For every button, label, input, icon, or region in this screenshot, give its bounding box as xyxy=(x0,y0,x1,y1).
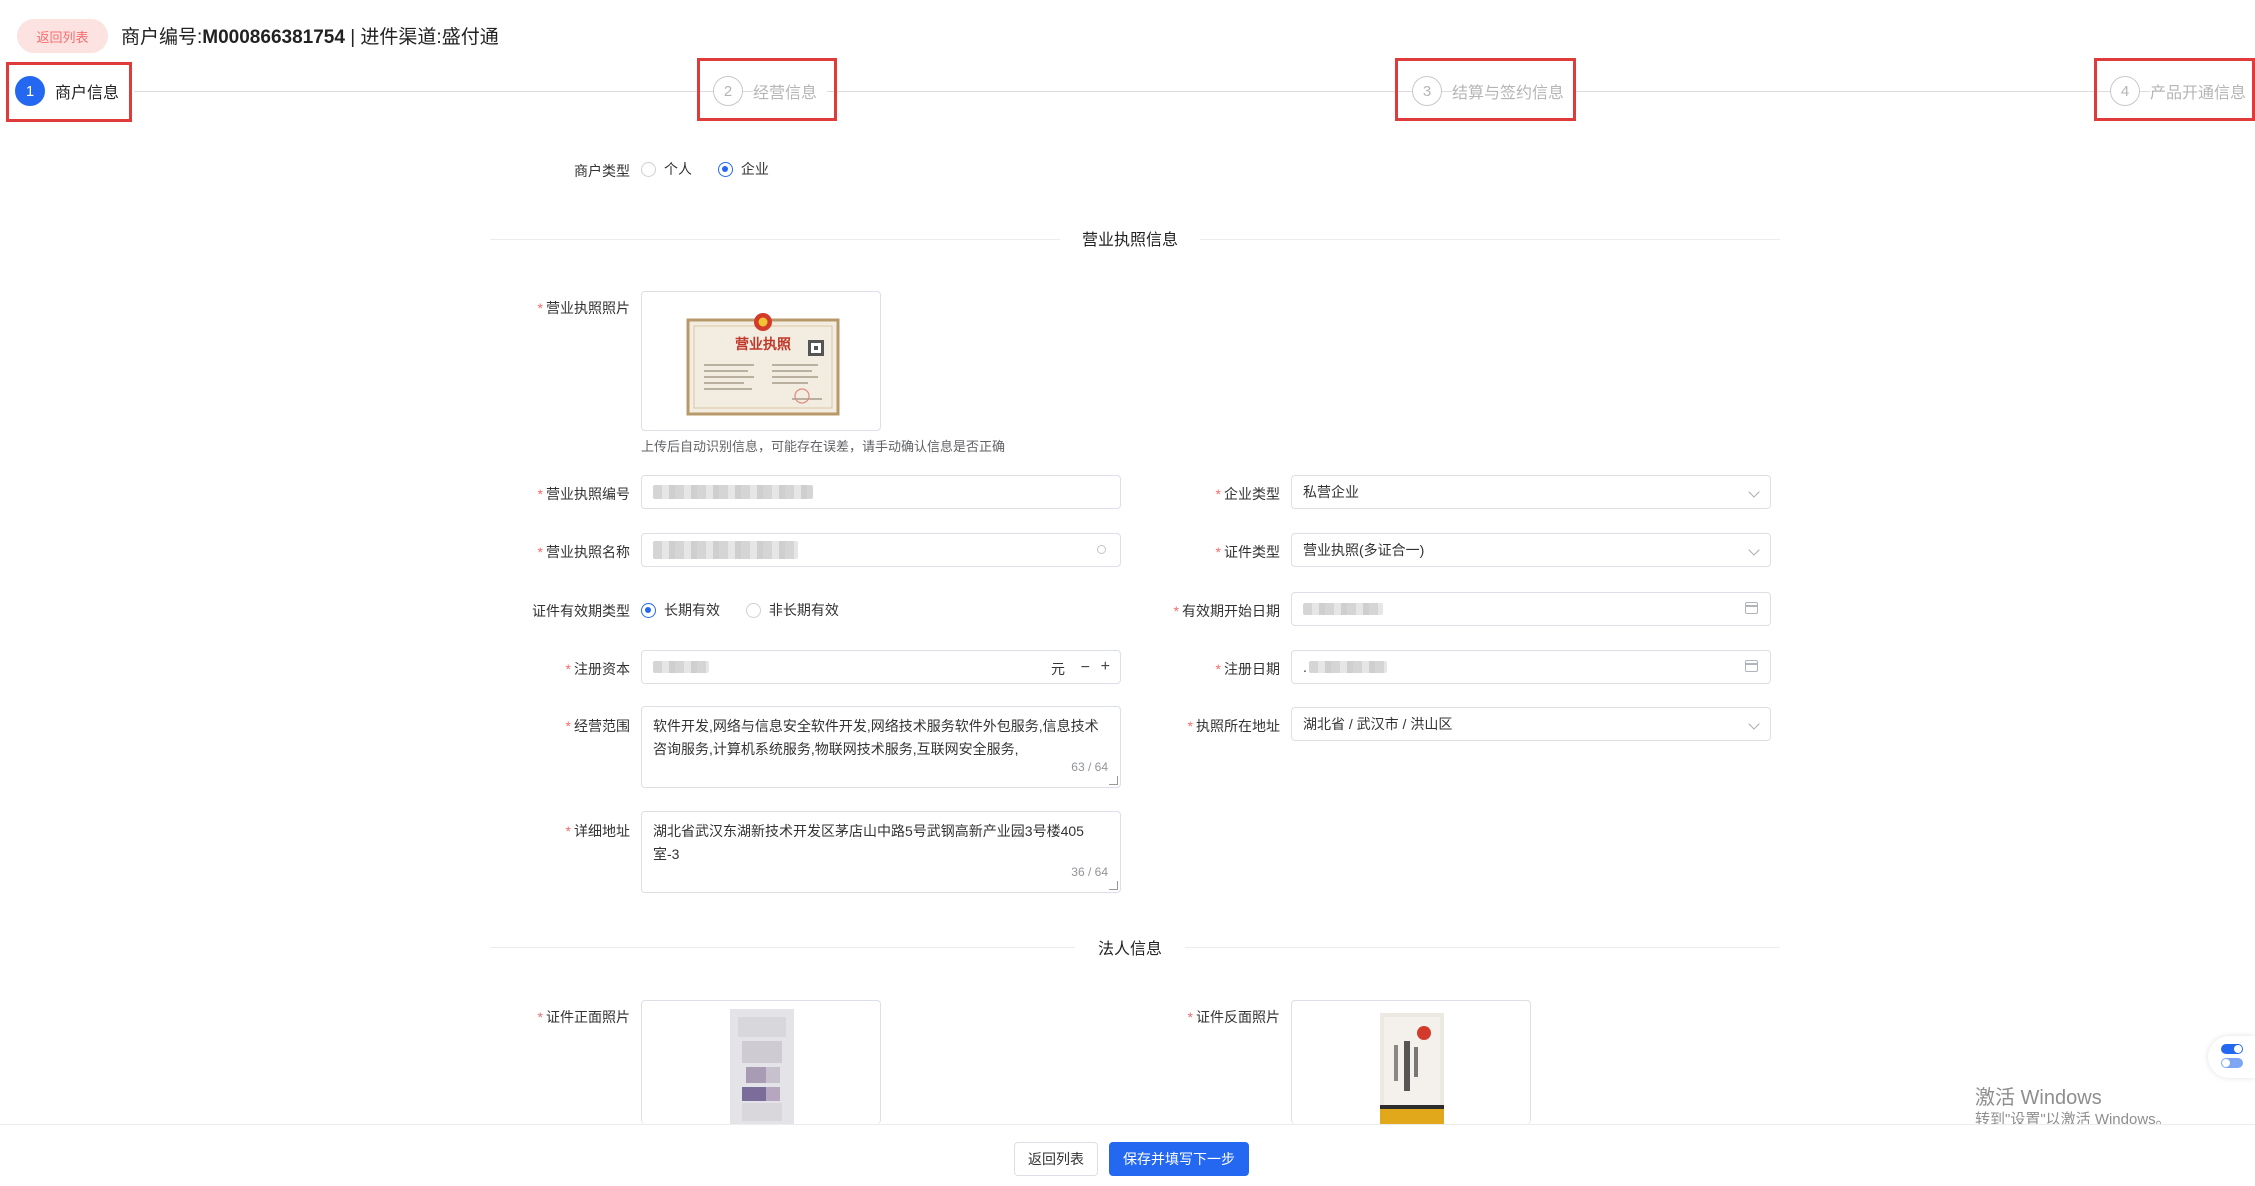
channel-text: | 进件渠道:盛付通 xyxy=(344,27,499,48)
radio-non-long-term-label: 非长期有效 xyxy=(768,602,839,618)
company-type-label: * 企业类型 xyxy=(1215,486,1280,502)
reg-date-picker[interactable]: . xyxy=(1291,650,1771,684)
capital-unit: 元 xyxy=(1051,661,1065,677)
merchant-number: M000866381754 xyxy=(202,27,345,48)
start-date-label: * 有效期开始日期 xyxy=(1173,603,1280,619)
cert-type-label: * 证件类型 xyxy=(1215,544,1280,560)
calendar-icon xyxy=(1745,660,1758,672)
steps-line xyxy=(134,91,2244,92)
reg-date-label: * 注册日期 xyxy=(1215,661,1280,677)
upload-hint: 上传后自动识别信息，可能存在误差，请手动确认信息是否正确 xyxy=(641,439,1006,454)
capital-input[interactable]: 元 − + xyxy=(641,650,1121,684)
step-3-highlight xyxy=(1395,58,1576,121)
start-date-picker[interactable] xyxy=(1291,592,1771,626)
save-next-button[interactable]: 保存并填写下一步 xyxy=(1109,1142,1249,1176)
calendar-icon xyxy=(1745,602,1758,614)
radio-enterprise[interactable] xyxy=(717,161,733,177)
license-name-input[interactable] xyxy=(641,533,1121,567)
license-photo-label: * 营业执照照片 xyxy=(537,300,630,316)
company-type-value: 私营企业 xyxy=(1303,484,1359,500)
id-back-label: * 证件反面照片 xyxy=(1187,1009,1280,1025)
toggle-switch-icon[interactable] xyxy=(2221,1044,2243,1054)
radio-personal[interactable] xyxy=(641,161,656,177)
license-no-input[interactable] xyxy=(641,475,1121,509)
page-title: 商户编号:M000866381754 | 进件渠道:盛付通 xyxy=(121,22,499,49)
radio-personal-label: 个人 xyxy=(664,161,692,177)
resize-handle[interactable] xyxy=(1109,881,1118,890)
radio-long-term-label: 长期有效 xyxy=(664,602,720,618)
license-location-label: * 执照所在地址 xyxy=(1187,718,1280,734)
step-2-highlight xyxy=(697,58,837,121)
radio-non-long-term[interactable] xyxy=(745,602,761,618)
radio-long-term[interactable] xyxy=(641,602,656,618)
license-image: 营业执照 xyxy=(686,313,840,416)
license-image-title: 营业执照 xyxy=(735,336,791,353)
toggle-switch-icon[interactable] xyxy=(2221,1058,2243,1068)
cert-type-select[interactable]: 营业执照(多证合一) xyxy=(1291,533,1771,567)
floating-toggle-panel[interactable] xyxy=(2208,1036,2255,1078)
resize-handle[interactable] xyxy=(1109,776,1118,785)
minus-icon[interactable]: − xyxy=(1081,659,1090,677)
scope-textarea[interactable]: 软件开发,网络与信息安全软件开发,网络技术服务软件外包服务,信息技术咨询服务,计… xyxy=(641,706,1121,788)
merchant-type-label: 商户类型 xyxy=(574,163,630,179)
license-location-cascader[interactable]: 湖北省 / 武汉市 / 洪山区 xyxy=(1291,707,1771,741)
capital-redacted xyxy=(653,661,709,673)
footer-back-button[interactable]: 返回列表 xyxy=(1014,1142,1098,1176)
id-front-label: * 证件正面照片 xyxy=(537,1009,630,1025)
cert-type-value: 营业执照(多证合一) xyxy=(1303,542,1425,558)
reg-date-prefix: . xyxy=(1303,659,1307,675)
scope-label: * 经营范围 xyxy=(565,718,630,734)
id-front-upload[interactable] xyxy=(641,1000,881,1124)
clear-icon[interactable] xyxy=(1097,545,1106,554)
company-type-select[interactable]: 私营企业 xyxy=(1291,475,1771,509)
start-date-redacted xyxy=(1303,603,1383,615)
step-1-highlight xyxy=(6,62,132,122)
license-no-redacted xyxy=(653,485,813,499)
chevron-down-icon xyxy=(1748,486,1760,498)
legal-section-title: 法人信息 xyxy=(1075,935,1185,959)
merchant-label: 商户编号: xyxy=(121,27,203,48)
plus-icon[interactable]: + xyxy=(1101,658,1110,676)
step-4-highlight xyxy=(2094,58,2255,121)
license-no-label: * 营业执照编号 xyxy=(537,486,630,502)
id-back-upload[interactable] xyxy=(1291,1000,1531,1124)
radio-enterprise-label: 企业 xyxy=(740,161,769,177)
chevron-down-icon xyxy=(1748,718,1760,730)
license-photo-upload[interactable]: 营业执照 xyxy=(641,291,881,431)
scope-char-count: 63 / 64 xyxy=(1071,760,1108,774)
capital-label: * 注册资本 xyxy=(565,661,630,677)
id-front-image xyxy=(730,1009,794,1124)
windows-activation-title: 激活 Windows xyxy=(1975,1087,2102,1109)
license-name-label: * 营业执照名称 xyxy=(537,544,630,560)
address-value: 湖北省武汉东湖新技术开发区茅店山中路5号武钢高新产业园3号楼405室-3 xyxy=(653,823,1084,862)
merchant-type-radio-group: 个人 企业 xyxy=(641,159,791,179)
license-section-title: 营业执照信息 xyxy=(1060,226,1200,250)
address-textarea[interactable]: 湖北省武汉东湖新技术开发区茅店山中路5号武钢高新产业园3号楼405室-3 36 … xyxy=(641,811,1121,893)
validity-radio-group: 长期有效 非长期有效 xyxy=(641,600,861,620)
address-label: * 详细地址 xyxy=(565,823,630,839)
address-char-count: 36 / 64 xyxy=(1071,865,1108,879)
back-to-list-tag[interactable]: 返回列表 xyxy=(17,19,108,53)
id-back-image xyxy=(1380,1013,1444,1124)
license-location-value: 湖北省 / 武汉市 / 洪山区 xyxy=(1303,716,1453,732)
validity-type-label: 证件有效期类型 xyxy=(532,603,630,619)
license-name-redacted xyxy=(653,541,798,559)
chevron-down-icon xyxy=(1748,544,1760,556)
reg-date-redacted xyxy=(1308,661,1387,673)
scope-value: 软件开发,网络与信息安全软件开发,网络技术服务软件外包服务,信息技术咨询服务,计… xyxy=(653,718,1099,757)
